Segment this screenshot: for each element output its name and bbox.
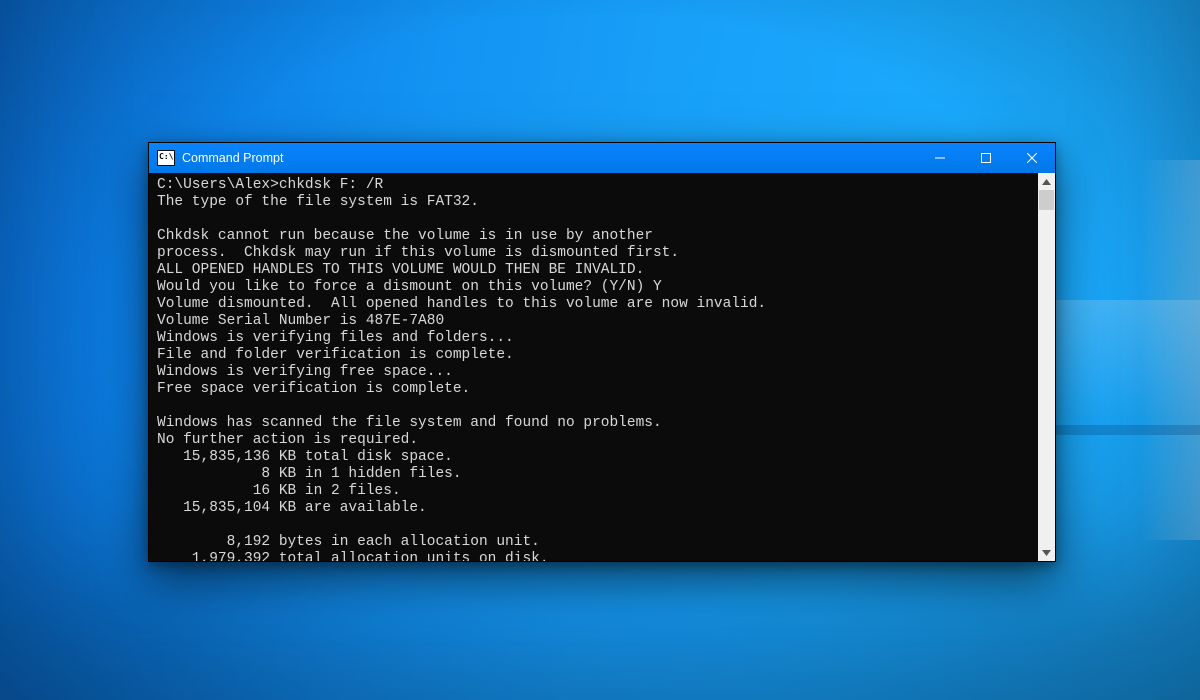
terminal-output[interactable]: C:\Users\Alex>chkdsk F: /R The type of t… — [149, 173, 1038, 561]
maximize-button[interactable] — [963, 143, 1009, 173]
scrollbar-thumb[interactable] — [1039, 190, 1054, 210]
desktop-wallpaper: Command Prompt C:\Users\Alex>chkdsk F: /… — [0, 0, 1200, 700]
window-title: Command Prompt — [182, 151, 917, 165]
chevron-down-icon — [1042, 550, 1051, 556]
scroll-down-button[interactable] — [1038, 544, 1055, 561]
close-button[interactable] — [1009, 143, 1055, 173]
minimize-icon — [935, 153, 945, 163]
command-prompt-window: Command Prompt C:\Users\Alex>chkdsk F: /… — [148, 142, 1056, 562]
vertical-scrollbar[interactable] — [1038, 173, 1055, 561]
scroll-up-button[interactable] — [1038, 173, 1055, 190]
maximize-icon — [981, 153, 991, 163]
scrollbar-track[interactable] — [1038, 190, 1055, 544]
window-client-area: C:\Users\Alex>chkdsk F: /R The type of t… — [149, 173, 1055, 561]
chevron-up-icon — [1042, 179, 1051, 185]
minimize-button[interactable] — [917, 143, 963, 173]
titlebar[interactable]: Command Prompt — [149, 143, 1055, 173]
command-prompt-icon — [157, 150, 175, 166]
close-icon — [1027, 153, 1037, 163]
